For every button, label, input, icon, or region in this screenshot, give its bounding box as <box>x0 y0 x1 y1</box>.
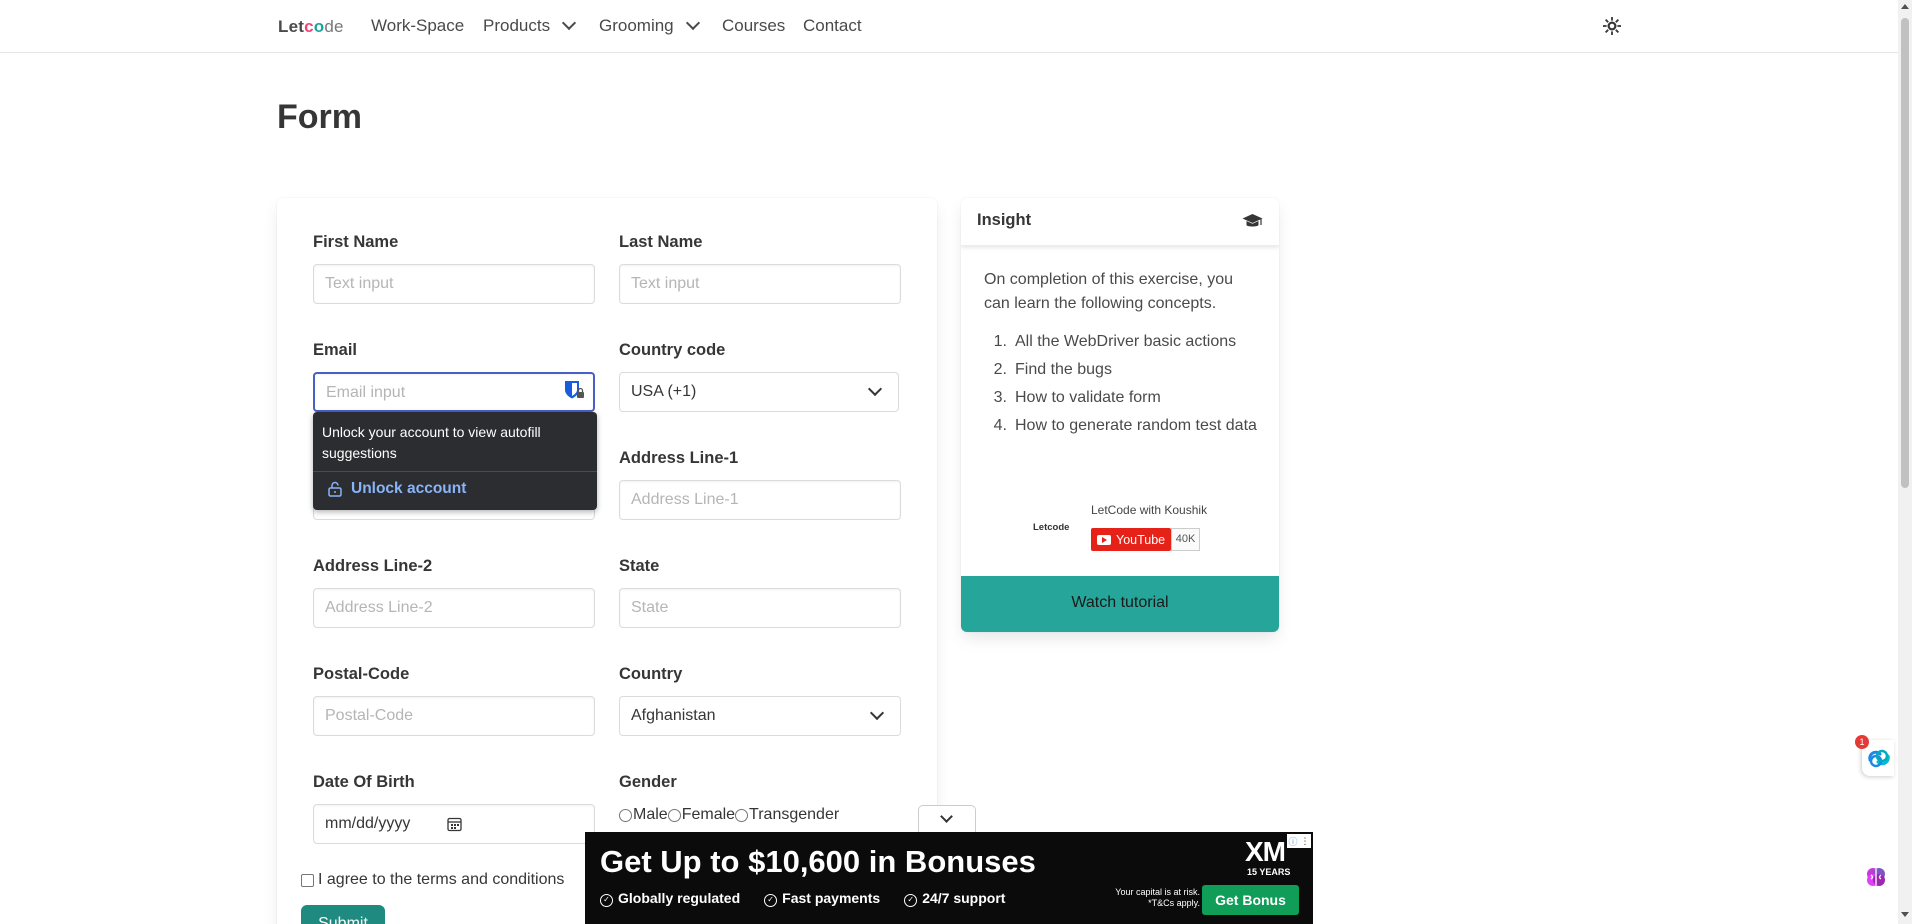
scroll-down-arrow-icon[interactable] <box>1901 912 1909 917</box>
chevron-down-icon <box>562 15 577 31</box>
country-code-value: USA (+1) <box>631 383 697 400</box>
ad-banner[interactable]: Get Up to $10,600 in Bonuses Globally re… <box>585 832 1313 924</box>
address1-input[interactable]: Address Line-1 <box>619 480 901 520</box>
ad-brand-logo: XM <box>1245 836 1286 867</box>
country-value: Afghanistan <box>631 707 716 724</box>
page-scrollbar[interactable] <box>1898 0 1912 924</box>
email-label: Email <box>313 341 358 359</box>
postal-code-label: Postal-Code <box>313 665 410 683</box>
autofill-popup: Unlock your account to view autofill sug… <box>313 412 597 510</box>
unlock-account-button[interactable]: Unlock account <box>313 472 597 506</box>
list-item: 1. All the WebDriver basic actions <box>993 333 1237 350</box>
ad-feature: Globally regulated <box>600 890 740 907</box>
insight-body: On completion of this exercise, you can … <box>961 246 1279 438</box>
calendar-icon[interactable] <box>447 816 462 832</box>
list-item: 2. Find the bugs <box>993 361 1112 378</box>
channel-logo: Letcode <box>1033 522 1070 533</box>
state-input[interactable]: State <box>619 588 901 628</box>
dob-placeholder: mm/dd/yyyy <box>325 815 411 832</box>
insight-intro: On completion of this exercise, you can … <box>984 271 1234 312</box>
dob-input[interactable]: mm/dd/yyyy <box>313 804 595 844</box>
terms-row: I agree to the terms and conditions <box>301 871 564 889</box>
country-code-label: Country code <box>619 341 726 359</box>
first-name-input[interactable]: Text input <box>313 264 595 304</box>
submit-button[interactable]: Submit <box>301 905 385 924</box>
ad-disclaimer: Your capital is at risk. *T&Cs apply. <box>1115 887 1200 908</box>
list-item: 4. How to generate random test data <box>993 417 1257 434</box>
ad-feature: Fast payments <box>764 890 880 907</box>
last-name-label: Last Name <box>619 233 703 251</box>
channel-name[interactable]: LetCode with Koushik <box>1091 503 1207 517</box>
nav-grooming[interactable]: Grooming <box>599 15 700 36</box>
chevron-down-icon <box>685 15 700 31</box>
dob-label: Date Of Birth <box>313 773 415 791</box>
gender-male-label: Male <box>633 806 668 823</box>
graduation-cap-icon <box>1242 214 1263 227</box>
nav-contact[interactable]: Contact <box>803 16 862 36</box>
last-name-input[interactable]: Text input <box>619 264 901 304</box>
scroll-up-arrow-icon[interactable] <box>1901 4 1909 9</box>
first-name-label: First Name <box>313 233 399 251</box>
ad-info-icon[interactable]: ⓘ ⋮ <box>1287 834 1311 848</box>
brand-logo[interactable]: Letcode <box>278 17 344 37</box>
state-label: State <box>619 557 660 575</box>
terms-checkbox[interactable] <box>301 873 314 887</box>
ad-headline: Get Up to $10,600 in Bonuses <box>600 844 1036 879</box>
ad-brand-years: 15 YEARS <box>1247 867 1291 877</box>
scrollbar-thumb[interactable] <box>1901 18 1909 488</box>
youtube-subscribe-widget: Letcode LetCode with Koushik YouTube 40K <box>1033 501 1213 553</box>
address2-label: Address Line-2 <box>313 557 433 575</box>
insight-list: 1. All the WebDriver basic actions 2. Find… <box>984 330 1257 438</box>
country-select[interactable]: Afghanistan <box>619 696 901 736</box>
terms-label: I agree to the terms and conditions <box>318 871 565 888</box>
nav-products[interactable]: Products <box>483 15 577 36</box>
notification-badge: 1 <box>1855 735 1869 749</box>
address1-label: Address Line-1 <box>619 449 739 467</box>
gender-male-radio[interactable] <box>619 808 632 822</box>
insight-title: Insight <box>977 211 1032 229</box>
gender-transgender-radio[interactable] <box>735 808 749 822</box>
brain-extension-icon[interactable] <box>1865 866 1887 888</box>
gender-female-radio[interactable] <box>667 808 681 822</box>
unlock-icon <box>328 481 342 497</box>
chevron-down-icon <box>940 810 953 823</box>
password-manager-icon[interactable] <box>563 379 585 401</box>
link-widget-icon <box>1868 749 1890 768</box>
address2-input[interactable]: Address Line-2 <box>313 588 595 628</box>
gender-radio-group: Male Female Transgender <box>619 806 839 824</box>
country-code-select[interactable]: USA (+1) <box>619 372 899 412</box>
ad-feature: 24/7 support <box>904 890 1005 907</box>
insight-header: Insight <box>961 198 1279 246</box>
nav-work-space[interactable]: Work-Space <box>371 16 464 36</box>
unlock-account-label: Unlock account <box>351 480 467 497</box>
top-navbar: Letcode Work-Space Products Grooming Cou… <box>0 0 1898 53</box>
postal-code-input[interactable]: Postal-Code <box>313 696 595 736</box>
nav-courses[interactable]: Courses <box>722 16 785 36</box>
watch-tutorial-button[interactable]: Watch tutorial <box>961 576 1279 632</box>
email-placeholder: Email input <box>326 384 406 401</box>
chevron-down-icon <box>867 381 883 397</box>
theme-toggle-icon[interactable] <box>1603 17 1621 35</box>
youtube-play-icon <box>1097 534 1111 545</box>
gender-female-label: Female <box>681 806 736 823</box>
youtube-subscribe-button[interactable]: YouTube <box>1091 528 1171 551</box>
list-item: 3. How to validate form <box>993 389 1161 406</box>
ad-features: Globally regulated Fast payments 24/7 su… <box>600 890 1005 907</box>
page-title: Form <box>277 98 362 136</box>
gender-label: Gender <box>619 773 677 791</box>
subscriber-count: 40K <box>1171 528 1200 551</box>
gender-transgender-label: Transgender <box>749 806 840 823</box>
ad-cta-button[interactable]: Get Bonus <box>1202 885 1299 915</box>
email-input[interactable]: Email input <box>313 372 595 412</box>
ad-collapse-button[interactable] <box>918 805 976 832</box>
country-label: Country <box>619 665 683 683</box>
autofill-message: Unlock your account to view autofill sug… <box>322 424 541 461</box>
chevron-down-icon <box>869 705 885 721</box>
insight-card: Insight On completion of this exercise, … <box>961 198 1279 632</box>
